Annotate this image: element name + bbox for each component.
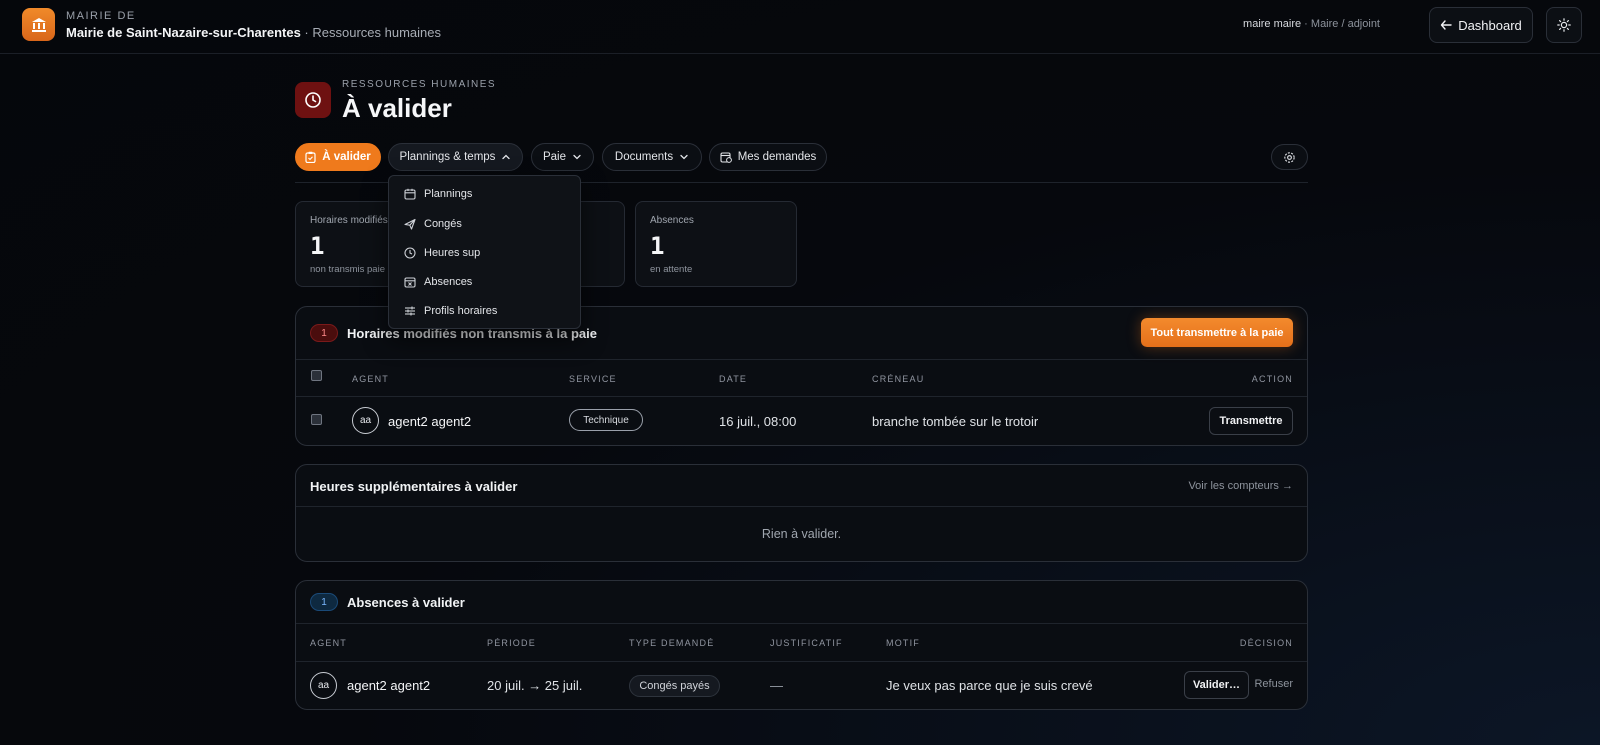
org-name: Mairie de Saint-Nazaire-sur-Charentes <box>66 25 301 40</box>
menu-item-label: Profils horaires <box>424 305 498 317</box>
empty-state: Rien à valider. <box>761 527 842 541</box>
stat-label: Absences <box>650 215 694 226</box>
row-divider <box>296 396 1307 397</box>
date-cell: 16 juil., 08:00 <box>719 414 797 429</box>
agent-name: agent2 agent2 <box>388 414 472 429</box>
plane-icon <box>404 218 416 230</box>
motif-cell: Je veux pas parce que je suis crevé <box>886 678 1093 693</box>
avatar: aa <box>310 672 337 699</box>
theme-toggle-button[interactable] <box>1546 7 1582 43</box>
column-header: DATE <box>719 374 748 384</box>
settings-button[interactable] <box>1271 144 1308 170</box>
stat-sub: en attente <box>650 264 693 275</box>
stat-value: 1 <box>310 232 325 260</box>
panel-title: Heures supplémentaires à valider <box>310 479 518 494</box>
menu-item-label: Plannings <box>424 188 473 200</box>
stat-label: Horaires modifiés <box>310 215 388 226</box>
tab-plannings-temps[interactable]: Plannings & temps <box>388 143 523 171</box>
creneau-cell: branche tombée sur le trotoir <box>872 414 1039 429</box>
type-badge: Congés payés <box>629 675 720 697</box>
tab-a-valider-label: À valider <box>322 151 371 163</box>
row-checkbox[interactable] <box>311 414 322 425</box>
stat-value: 1 <box>650 232 665 260</box>
service-badge: Technique <box>569 409 643 431</box>
column-header: JUSTIFICATIF <box>770 638 843 648</box>
calendar-x-icon <box>404 276 416 288</box>
tab-mes-demandes-label: Mes demandes <box>737 151 817 163</box>
org-section: Ressources humaines <box>312 25 441 40</box>
menu-item-profils-horaires[interactable]: Profils horaires <box>404 301 497 321</box>
sliders-icon <box>404 305 416 317</box>
transmit-all-button[interactable]: Tout transmettre à la paie <box>1141 318 1293 347</box>
column-header: SERVICE <box>569 374 617 384</box>
user-role: · Maire / adjoint <box>1301 18 1380 30</box>
column-header: AGENT <box>310 638 348 648</box>
transmit-button[interactable]: Transmettre <box>1209 407 1293 435</box>
tab-paie[interactable]: Paie <box>531 143 594 171</box>
sun-icon <box>1557 18 1571 32</box>
menu-item-label: Congés <box>424 218 462 230</box>
tab-documents-label: Documents <box>614 151 674 163</box>
refuse-button[interactable]: Refuser <box>1254 678 1293 690</box>
dashboard-button[interactable]: Dashboard <box>1429 7 1533 43</box>
column-header: DÉCISION <box>1239 638 1293 648</box>
column-header: TYPE DEMANDÉ <box>629 638 715 648</box>
tab-mes-demandes[interactable]: Mes demandes <box>709 143 827 171</box>
calendar-icon <box>404 188 416 200</box>
panel-header: 1 Absences à valider <box>296 581 1307 624</box>
tab-a-valider[interactable]: À valider <box>295 143 381 171</box>
column-header: MOTIF <box>886 638 920 648</box>
plannings-dropdown-menu: Plannings Congés Heures sup Absences Pro… <box>388 175 581 329</box>
user-info: maire maire · Maire / adjoint <box>1243 18 1380 30</box>
dashboard-label: Dashboard <box>1458 17 1522 33</box>
stat-card-absences: Absences 1 en attente <box>635 201 797 287</box>
tab-paie-label: Paie <box>542 151 567 163</box>
stat-sub: non transmis paie <box>310 264 385 275</box>
column-header: PÉRIODE <box>487 638 536 648</box>
justificatif-cell: — <box>770 678 783 693</box>
org-separator: · <box>300 25 313 40</box>
select-all-checkbox[interactable] <box>311 370 322 381</box>
column-header: AGENT <box>352 374 390 384</box>
top-bar: MAIRIE DE Mairie de Saint-Nazaire-sur-Ch… <box>0 0 1600 54</box>
clipboard-icon <box>305 151 316 163</box>
column-header: CRÉNEAU <box>872 374 925 384</box>
menu-item-label: Absences <box>424 276 473 288</box>
panel-absences: 1 Absences à valider AGENT PÉRIODE TYPE … <box>295 580 1308 710</box>
menu-item-label: Heures sup <box>424 247 481 259</box>
agent-name: agent2 agent2 <box>347 678 431 693</box>
menu-item-conges[interactable]: Congés <box>404 214 462 234</box>
panel-header: Heures supplémentaires à valider Voir le… <box>296 465 1307 507</box>
chevron-down-icon <box>572 152 582 162</box>
view-counters-link[interactable]: Voir les compteurs → <box>1188 480 1293 492</box>
arrow-left-icon <box>1440 19 1452 31</box>
page-title: À valider <box>342 93 452 123</box>
user-name: maire maire <box>1243 18 1302 30</box>
chevron-up-icon <box>501 152 511 162</box>
tab-plannings-temps-label: Plannings & temps <box>399 151 496 163</box>
org-line: Mairie de Saint-Nazaire-sur-Charentes · … <box>66 25 441 40</box>
count-badge: 1 <box>310 324 338 342</box>
tab-documents[interactable]: Documents <box>602 143 702 171</box>
column-header: ACTION <box>1251 374 1293 384</box>
clock-icon <box>404 247 416 259</box>
page-kicker: RESSOURCES HUMAINES <box>342 79 497 90</box>
avatar: aa <box>352 407 379 434</box>
town-hall-logo-icon[interactable] <box>22 8 55 41</box>
calendar-clock-icon <box>720 151 732 163</box>
org-kicker: MAIRIE DE <box>66 10 136 22</box>
validate-button[interactable]: Valider… <box>1184 671 1249 699</box>
menu-item-heures-sup[interactable]: Heures sup <box>404 243 480 263</box>
menu-item-absences[interactable]: Absences <box>404 272 472 292</box>
panel-title: Absences à valider <box>347 595 465 610</box>
panel-heures-sup: Heures supplémentaires à valider Voir le… <box>295 464 1308 562</box>
chevron-down-icon <box>679 152 689 162</box>
gear-icon <box>1283 151 1296 164</box>
count-badge: 1 <box>310 593 338 611</box>
row-divider <box>296 661 1307 662</box>
menu-item-plannings[interactable]: Plannings <box>404 184 472 204</box>
periode-cell: 20 juil. → 25 juil. <box>487 678 583 693</box>
clock-icon <box>295 82 331 118</box>
